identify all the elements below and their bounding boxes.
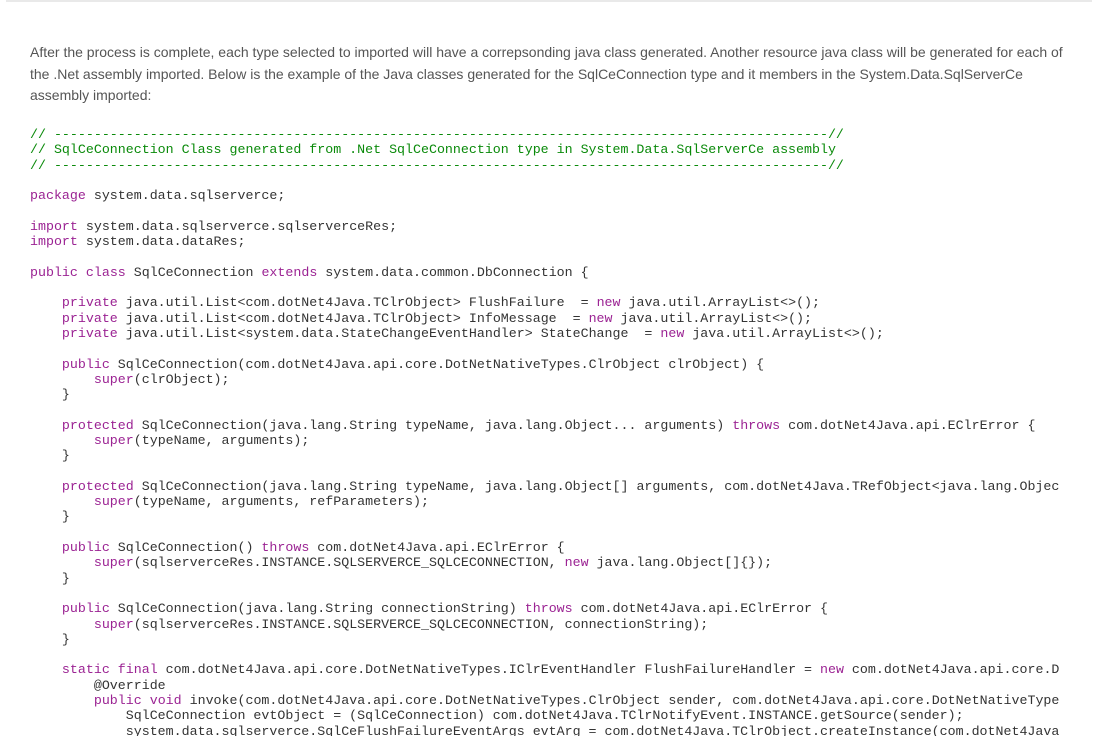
code-kw: void: [150, 693, 182, 708]
code-text: java.util.List<system.data.StateChangeEv…: [118, 326, 661, 341]
code-text: java.util.List<com.dotNet4Java.TClrObjec…: [118, 295, 597, 310]
code-text: com.dotNet4Java.api.core.D: [844, 662, 1059, 677]
code-indent: [30, 555, 94, 570]
code-indent: [30, 479, 62, 494]
code-indent: [30, 693, 94, 708]
code-text: invoke(com.dotNet4Java.api.core.DotNetNa…: [182, 693, 1060, 708]
code-kw: super: [94, 494, 134, 509]
code-indent: [30, 357, 62, 372]
code-line: SqlCeConnection evtObject = (SqlCeConnec…: [30, 708, 964, 723]
code-kw: final: [118, 662, 158, 677]
code-indent: [30, 601, 62, 616]
code-kw: throws: [732, 418, 780, 433]
code-kw: super: [94, 617, 134, 632]
code-text: SqlCeConnection(java.lang.String typeNam…: [134, 418, 732, 433]
code-text: (clrObject);: [134, 372, 230, 387]
code-kw: import: [30, 234, 78, 249]
code-text: (sqlserverceRes.INSTANCE.SQLSERVERCE_SQL…: [134, 555, 565, 570]
code-line: // SqlCeConnection Class generated from …: [30, 142, 836, 157]
code-text: java.util.ArrayList<>();: [684, 326, 884, 341]
code-kw: super: [94, 372, 134, 387]
code-indent: [30, 662, 62, 677]
code-kw: new: [660, 326, 684, 341]
code-kw: protected: [62, 418, 134, 433]
intro-paragraph: After the process is complete, each type…: [0, 2, 1098, 127]
code-scroll-container[interactable]: // -------------------------------------…: [30, 127, 1068, 736]
code-kw: static: [62, 662, 110, 677]
code-kw: new: [820, 662, 844, 677]
code-text: (typeName, arguments);: [134, 433, 310, 448]
code-kw: new: [589, 311, 613, 326]
code-kw: import: [30, 219, 78, 234]
code-text: system.data.common.DbConnection {: [317, 265, 588, 280]
code-text: SqlCeConnection(): [110, 540, 262, 555]
code-text: com.dotNet4Java.api.EClrError {: [309, 540, 564, 555]
code-text: system.data.sqlserverce.sqlserverceRes;: [78, 219, 397, 234]
code-kw: new: [597, 295, 621, 310]
code-kw: public: [62, 540, 110, 555]
code-kw: public: [30, 265, 78, 280]
code-text: (sqlserverceRes.INSTANCE.SQLSERVERCE_SQL…: [134, 617, 709, 632]
code-line: }: [30, 571, 70, 586]
code-kw: public: [62, 357, 110, 372]
code-text: java.lang.Object[]{});: [589, 555, 773, 570]
code-indent: [30, 617, 94, 632]
code-kw: extends: [261, 265, 317, 280]
code-kw: throws: [525, 601, 573, 616]
code-kw: public: [94, 693, 142, 708]
code-indent: [30, 433, 94, 448]
code-text: java.util.ArrayList<>();: [621, 295, 821, 310]
code-kw: class: [86, 265, 126, 280]
code-indent: [30, 494, 94, 509]
code-kw: super: [94, 555, 134, 570]
code-text: SqlCeConnection: [126, 265, 262, 280]
code-text: SqlCeConnection(java.lang.String typeNam…: [134, 479, 1060, 494]
code-kw: super: [94, 433, 134, 448]
code-kw: protected: [62, 479, 134, 494]
code-text: com.dotNet4Java.api.core.DotNetNativeTyp…: [158, 662, 820, 677]
code-text: com.dotNet4Java.api.EClrError {: [573, 601, 828, 616]
code-kw: package: [30, 188, 86, 203]
code-text: com.dotNet4Java.api.EClrError {: [780, 418, 1035, 433]
code-kw: throws: [261, 540, 309, 555]
code-text: (typeName, arguments, refParameters);: [134, 494, 429, 509]
code-text: system.data.sqlserverce;: [86, 188, 286, 203]
code-kw: private: [62, 311, 118, 326]
code-text: SqlCeConnection(java.lang.String connect…: [110, 601, 525, 616]
code-line: @Override: [30, 678, 166, 693]
code-text: java.util.List<com.dotNet4Java.TClrObjec…: [118, 311, 589, 326]
code-line: }: [30, 387, 70, 402]
code-line: // -------------------------------------…: [30, 127, 844, 142]
code-kw: private: [62, 295, 118, 310]
code-block: // -------------------------------------…: [30, 127, 1068, 736]
code-line: }: [30, 632, 70, 647]
code-text: java.util.ArrayList<>();: [613, 311, 813, 326]
code-line: }: [30, 509, 70, 524]
code-kw: public: [62, 601, 110, 616]
code-indent: [30, 295, 62, 310]
code-indent: [30, 540, 62, 555]
code-line: }: [30, 448, 70, 463]
code-indent: [30, 372, 94, 387]
code-indent: [30, 418, 62, 433]
code-line: system.data.sqlserverce.SqlCeFlushFailur…: [30, 724, 1059, 736]
code-text: system.data.dataRes;: [78, 234, 246, 249]
code-kw: new: [565, 555, 589, 570]
code-kw: private: [62, 326, 118, 341]
code-indent: [30, 326, 62, 341]
code-line: // -------------------------------------…: [30, 158, 844, 173]
code-indent: [30, 311, 62, 326]
code-text: SqlCeConnection(com.dotNet4Java.api.core…: [110, 357, 764, 372]
